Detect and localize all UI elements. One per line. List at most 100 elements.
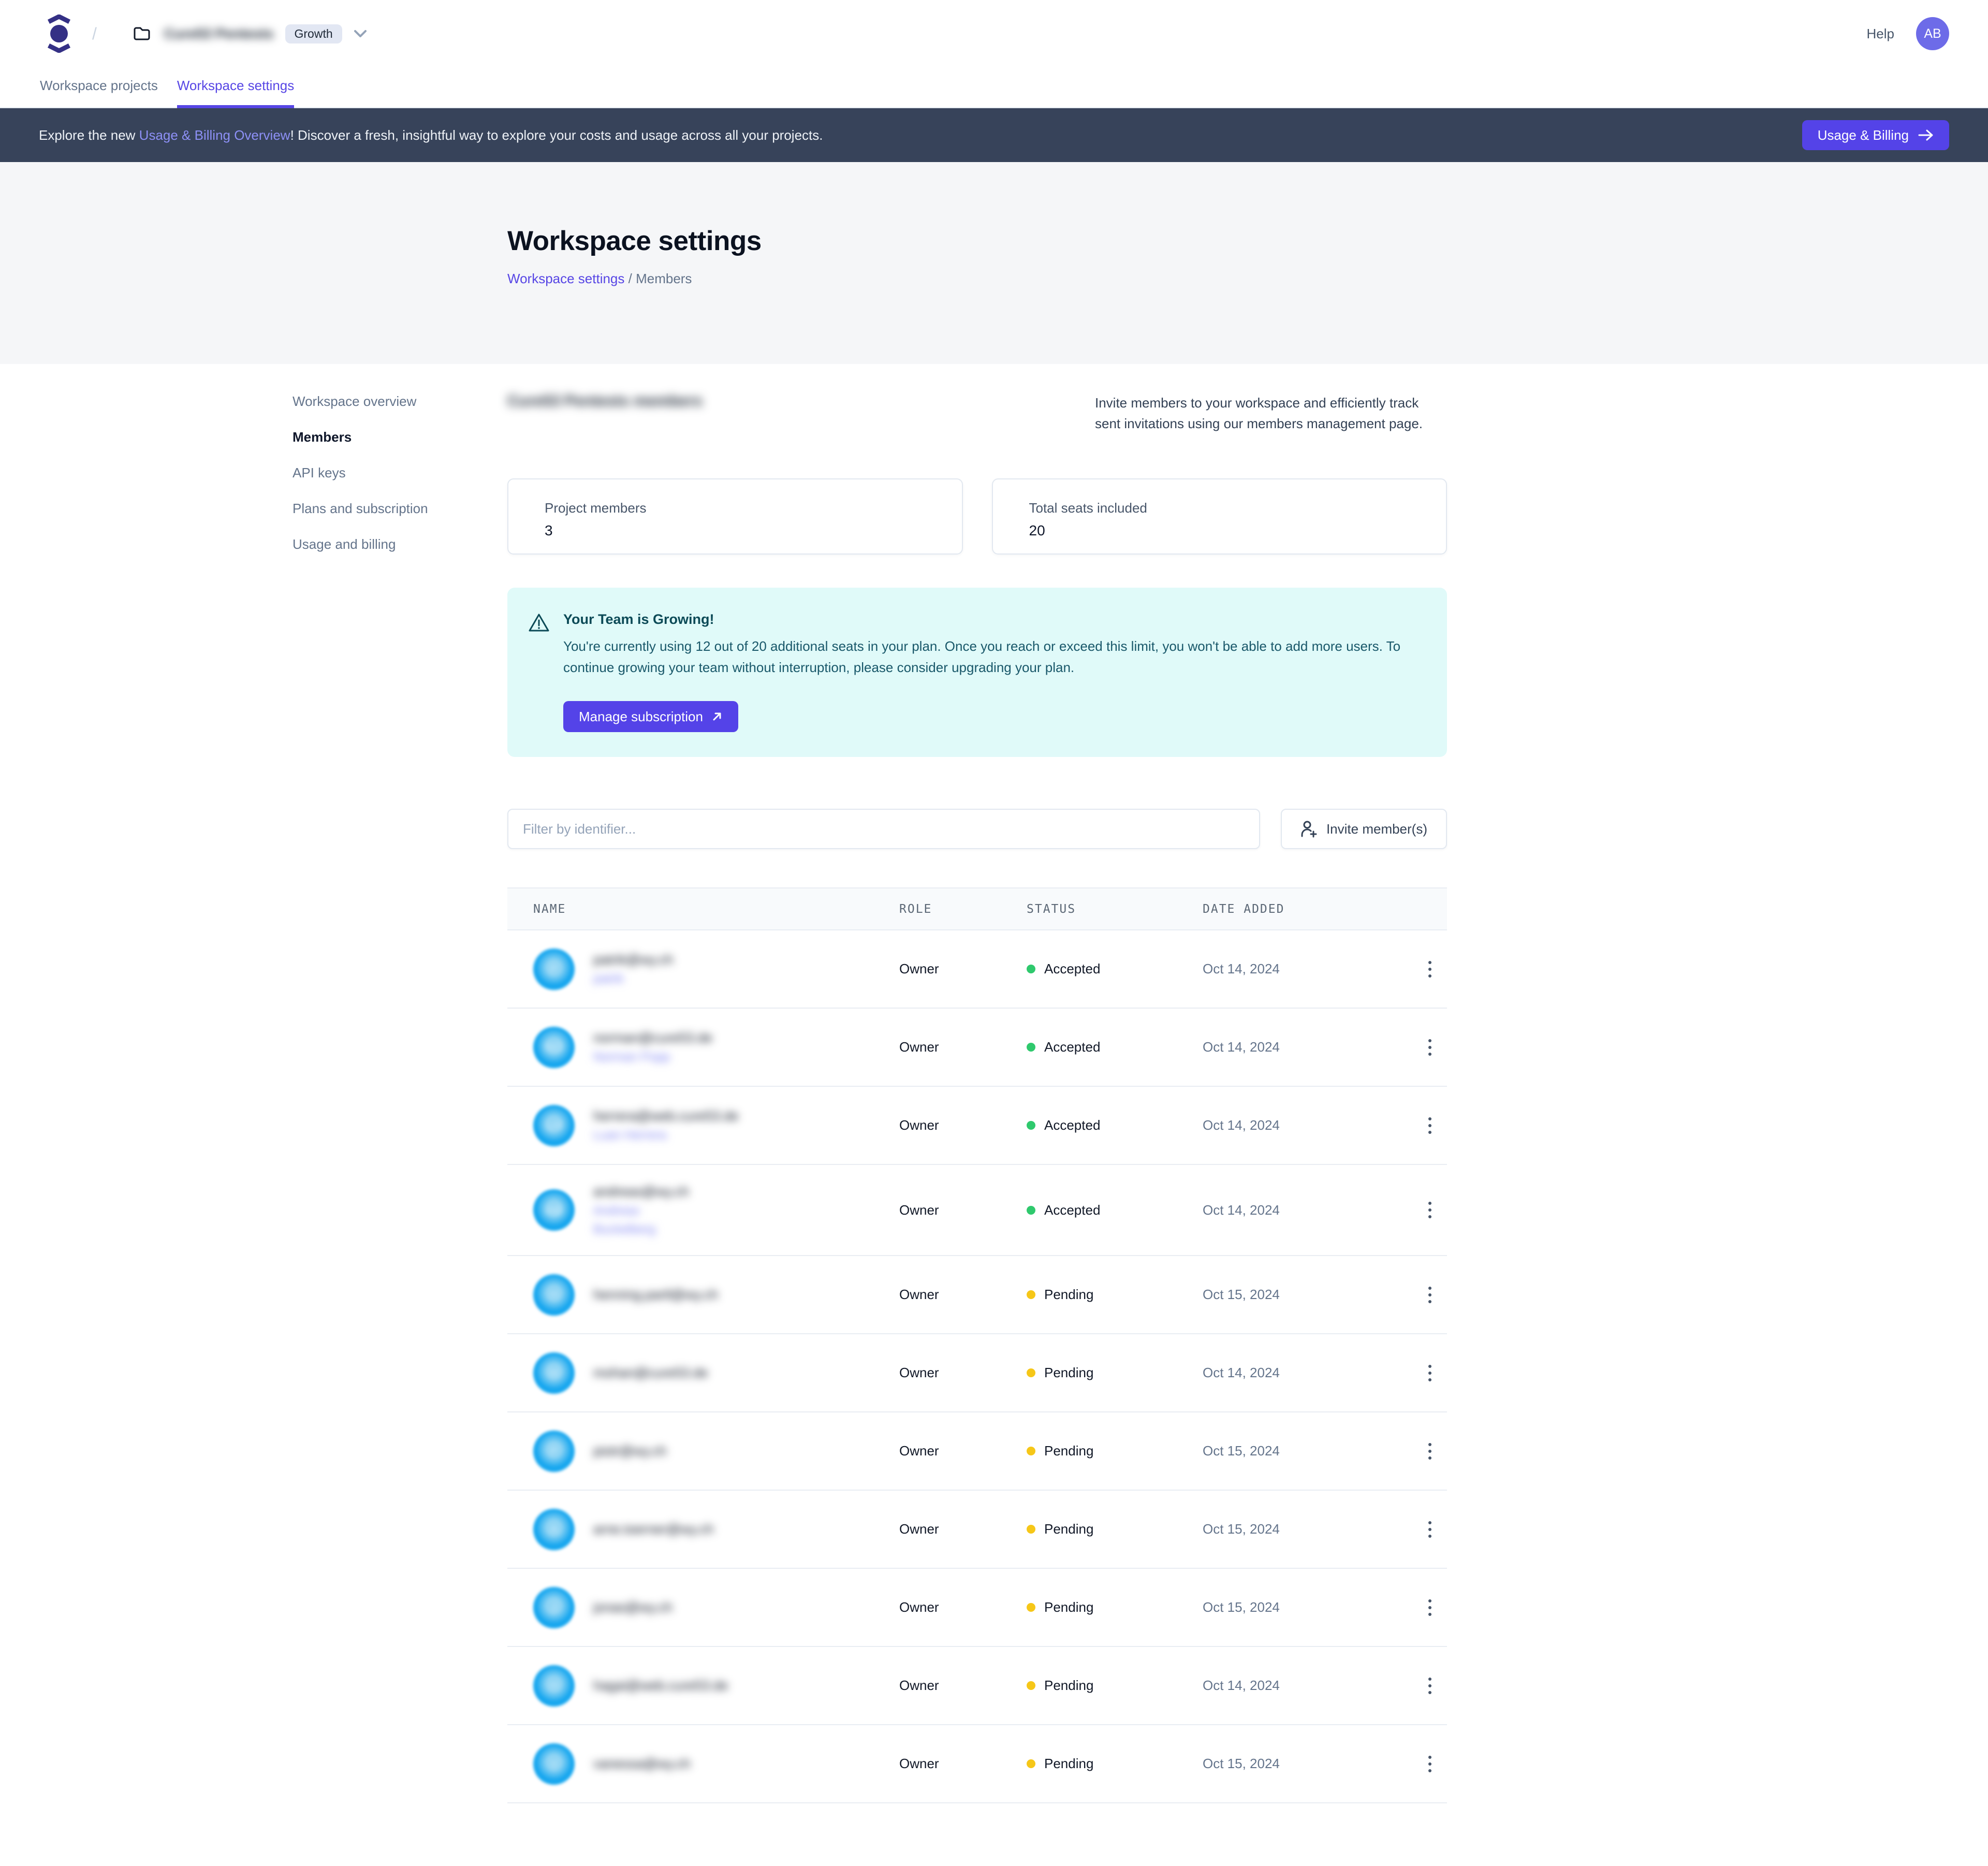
alert-title: Your Team is Growing! <box>563 611 1418 628</box>
workspace-name[interactable]: Cure53 Pentests <box>164 26 274 42</box>
member-name-cell: NO norman@cure53.de Norman Popp <box>507 1027 899 1068</box>
banner-text: Explore the new Usage & Billing Overview… <box>39 127 823 143</box>
member-role: Owner <box>899 1365 1027 1381</box>
status-dot <box>1027 1206 1035 1215</box>
row-menu-button[interactable] <box>1412 1113 1447 1138</box>
members-heading: Cure53 Pentests members <box>507 392 703 434</box>
member-date-added: Oct 15, 2024 <box>1203 1756 1412 1772</box>
banner-text-suffix: ! Discover a fresh, insightful way to ex… <box>290 127 823 143</box>
member-avatar-initials: P <box>550 962 558 976</box>
member-avatar: H <box>533 1665 575 1707</box>
banner-link[interactable]: Usage & Billing Overview <box>139 127 290 143</box>
row-menu-button[interactable] <box>1412 1361 1447 1386</box>
column-header-role: ROLE <box>899 902 1027 916</box>
tab-workspace-settings[interactable]: Workspace settings <box>177 78 294 108</box>
member-avatar: M <box>533 1352 575 1394</box>
stats-row: Project members 3 Total seats included 2… <box>507 478 1447 555</box>
member-username-link[interactable]: patrik <box>593 972 674 986</box>
row-menu-button[interactable] <box>1412 1035 1447 1060</box>
member-role: Owner <box>899 961 1027 977</box>
sidebar-item-plans-and-subscription[interactable]: Plans and subscription <box>293 501 507 517</box>
member-avatar: LH <box>533 1105 575 1146</box>
member-row: P piotr@wy.ch Owner Pending Oct 15, 2024 <box>507 1412 1447 1491</box>
app-logo-icon[interactable] <box>46 14 72 53</box>
member-row: A arne.toerner@wy.ch Owner Pending Oct 1… <box>507 1491 1447 1569</box>
row-menu-button[interactable] <box>1412 1439 1447 1464</box>
row-menu-button[interactable] <box>1412 1752 1447 1776</box>
member-date-added: Oct 15, 2024 <box>1203 1287 1412 1303</box>
row-menu-button[interactable] <box>1412 957 1447 982</box>
stat-label: Project members <box>545 500 962 516</box>
row-menu-button[interactable] <box>1412 1198 1447 1222</box>
member-avatar-initials: V <box>550 1757 558 1771</box>
member-date-added: Oct 15, 2024 <box>1203 1443 1412 1459</box>
tab-workspace-projects[interactable]: Workspace projects <box>40 78 158 108</box>
member-row: LH herrera@web.cure53.de Luan Herrera Ow… <box>507 1087 1447 1165</box>
member-avatar: AB <box>533 1189 575 1231</box>
sidebar-item-members[interactable]: Members <box>293 429 507 445</box>
user-avatar[interactable]: AB <box>1916 17 1949 50</box>
status-dot <box>1027 1447 1035 1455</box>
member-date-added: Oct 14, 2024 <box>1203 1202 1412 1218</box>
member-status: Pending <box>1027 1365 1203 1381</box>
member-row: P patrik@wy.ch patrik Owner Accepted Oct… <box>507 930 1447 1009</box>
row-menu-button[interactable] <box>1412 1517 1447 1542</box>
sidebar-item-workspace-overview[interactable]: Workspace overview <box>293 393 507 410</box>
members-table-body: P patrik@wy.ch patrik Owner Accepted Oct… <box>507 930 1447 1803</box>
member-username-link[interactable]: Buckelberg <box>593 1222 689 1237</box>
member-avatar-initials: LH <box>546 1118 561 1132</box>
chevron-down-icon[interactable] <box>354 30 367 38</box>
member-status: Pending <box>1027 1287 1203 1303</box>
member-username-link[interactable]: Andreas <box>593 1204 689 1218</box>
filter-input[interactable] <box>507 809 1260 849</box>
row-menu-button[interactable] <box>1412 1673 1447 1698</box>
member-row: H hagai@web.cure53.de Owner Pending Oct … <box>507 1647 1447 1725</box>
member-status: Accepted <box>1027 1039 1203 1055</box>
sidebar-item-api-keys[interactable]: API keys <box>293 465 507 481</box>
member-username-link[interactable]: Luan Herrera <box>593 1128 739 1143</box>
manage-subscription-button[interactable]: Manage subscription <box>563 701 738 732</box>
stat-label: Total seats included <box>1029 500 1446 516</box>
alert-body-text: You're currently using 12 out of 20 addi… <box>563 636 1418 678</box>
member-role: Owner <box>899 1039 1027 1055</box>
status-label: Pending <box>1044 1287 1093 1303</box>
status-dot <box>1027 1290 1035 1299</box>
member-email: vanessa@wy.ch <box>593 1756 691 1772</box>
invite-members-label: Invite member(s) <box>1326 821 1427 837</box>
stat-value: 20 <box>1029 522 1446 539</box>
member-status: Pending <box>1027 1756 1203 1772</box>
member-date-added: Oct 15, 2024 <box>1203 1599 1412 1615</box>
usage-billing-button-label: Usage & Billing <box>1818 127 1909 143</box>
member-avatar: H <box>533 1274 575 1316</box>
member-avatar-initials: A <box>550 1522 558 1536</box>
member-status: Pending <box>1027 1599 1203 1615</box>
status-dot <box>1027 1121 1035 1130</box>
top-bar: / Cure53 Pentests Growth Help AB <box>0 0 1988 67</box>
breadcrumb-separator: / <box>92 24 97 43</box>
member-avatar-initials: NO <box>545 1040 563 1054</box>
member-email: patrik@wy.ch <box>593 952 674 968</box>
help-link[interactable]: Help <box>1867 26 1894 42</box>
plan-badge: Growth <box>285 24 342 43</box>
member-date-added: Oct 14, 2024 <box>1203 1117 1412 1133</box>
row-menu-button[interactable] <box>1412 1282 1447 1307</box>
invite-members-button[interactable]: Invite member(s) <box>1281 809 1447 849</box>
person-plus-icon <box>1300 820 1317 838</box>
usage-billing-banner: Explore the new Usage & Billing Overview… <box>0 108 1988 162</box>
sidebar-item-usage-and-billing[interactable]: Usage and billing <box>293 536 507 552</box>
member-status: Accepted <box>1027 1202 1203 1218</box>
breadcrumb-link[interactable]: Workspace settings <box>507 271 624 286</box>
member-status: Accepted <box>1027 961 1203 977</box>
member-name-cell: H hagai@web.cure53.de <box>507 1665 899 1707</box>
arrow-right-icon <box>1918 129 1934 141</box>
member-name-cell: P piotr@wy.ch <box>507 1431 899 1472</box>
usage-billing-button[interactable]: Usage & Billing <box>1802 120 1949 150</box>
member-date-added: Oct 14, 2024 <box>1203 1365 1412 1381</box>
member-email: piotr@wy.ch <box>593 1443 667 1459</box>
status-label: Pending <box>1044 1678 1093 1694</box>
warning-icon <box>528 613 550 732</box>
row-menu-button[interactable] <box>1412 1595 1447 1620</box>
column-header-name: NAME <box>507 902 899 916</box>
member-username-link[interactable]: Norman Popp <box>593 1050 712 1065</box>
member-avatar: P <box>533 949 575 990</box>
